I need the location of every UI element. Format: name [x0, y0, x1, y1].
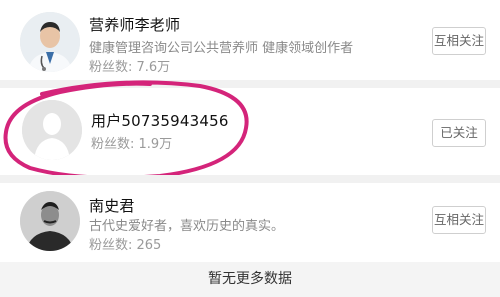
fans-count: 粉丝数: 1.9万 — [91, 137, 173, 152]
default-user-avatar[interactable] — [22, 100, 82, 160]
user-name[interactable]: 用户50735943456 — [91, 110, 229, 131]
mutual-follow-button[interactable]: 互相关注 — [432, 206, 486, 234]
list-item[interactable]: 营养师李老师 健康管理咨询公司公共营养师 健康领域创作者 粉丝数: 7.6万 互… — [0, 0, 500, 80]
follow-list: 营养师李老师 健康管理咨询公司公共营养师 健康领域创作者 粉丝数: 7.6万 互… — [0, 0, 500, 297]
row-separator — [0, 175, 500, 183]
following-button[interactable]: 已关注 — [432, 119, 486, 147]
user-description: 古代史爱好者，喜欢历史的真实。 — [89, 219, 285, 234]
doctor-avatar[interactable] — [20, 12, 80, 72]
list-item[interactable]: 南史君 古代史爱好者，喜欢历史的真实。 粉丝数: 265 互相关注 — [0, 183, 500, 262]
fans-count: 粉丝数: 7.6万 — [89, 60, 171, 75]
fans-count: 粉丝数: 265 — [89, 238, 162, 253]
user-name[interactable]: 南史君 — [89, 195, 135, 216]
no-more-data-footer: 暂无更多数据 — [0, 262, 500, 297]
user-description: 健康管理咨询公司公共营养师 健康领域创作者 — [89, 41, 354, 56]
row-separator — [0, 80, 500, 88]
user-name[interactable]: 营养师李老师 — [89, 14, 180, 35]
mutual-follow-button[interactable]: 互相关注 — [432, 27, 486, 55]
list-item[interactable]: 用户50735943456 粉丝数: 1.9万 已关注 — [0, 88, 500, 175]
portrait-avatar[interactable] — [20, 191, 80, 251]
